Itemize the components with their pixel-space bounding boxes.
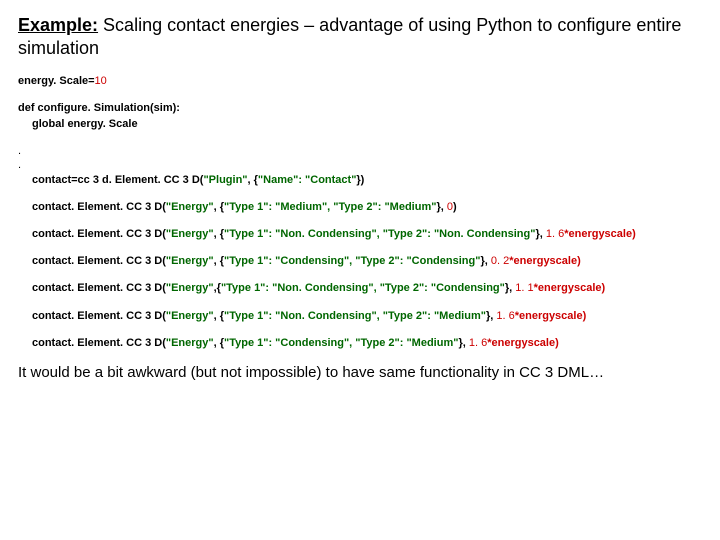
code-line: def configure. Simulation(sim):: [18, 102, 702, 115]
example-label: Example:: [18, 15, 98, 35]
ellipsis: .: [18, 159, 702, 171]
code-line: contact. Element. CC 3 D("Energy", {"Typ…: [32, 228, 702, 241]
title-rest: Scaling contact energies – advantage of …: [18, 15, 681, 58]
slide-title: Example: Scaling contact energies – adva…: [18, 14, 702, 59]
code-line: contact=cc 3 d. Element. CC 3 D("Plugin"…: [32, 174, 702, 187]
footer-text: It would be a bit awkward (but not impos…: [18, 364, 702, 381]
code-line: contact. Element. CC 3 D("Energy", {"Typ…: [32, 255, 702, 268]
ellipsis: .: [18, 145, 702, 157]
code-line: contact. Element. CC 3 D("Energy", {"Typ…: [32, 310, 702, 323]
code-line: contact. Element. CC 3 D("Energy", {"Typ…: [32, 201, 702, 214]
code-line: global energy. Scale: [32, 118, 702, 131]
code-line: contact. Element. CC 3 D("Energy",{"Type…: [32, 282, 702, 295]
code-line: contact. Element. CC 3 D("Energy", {"Typ…: [32, 337, 702, 350]
code-line: energy. Scale=10: [18, 75, 702, 88]
